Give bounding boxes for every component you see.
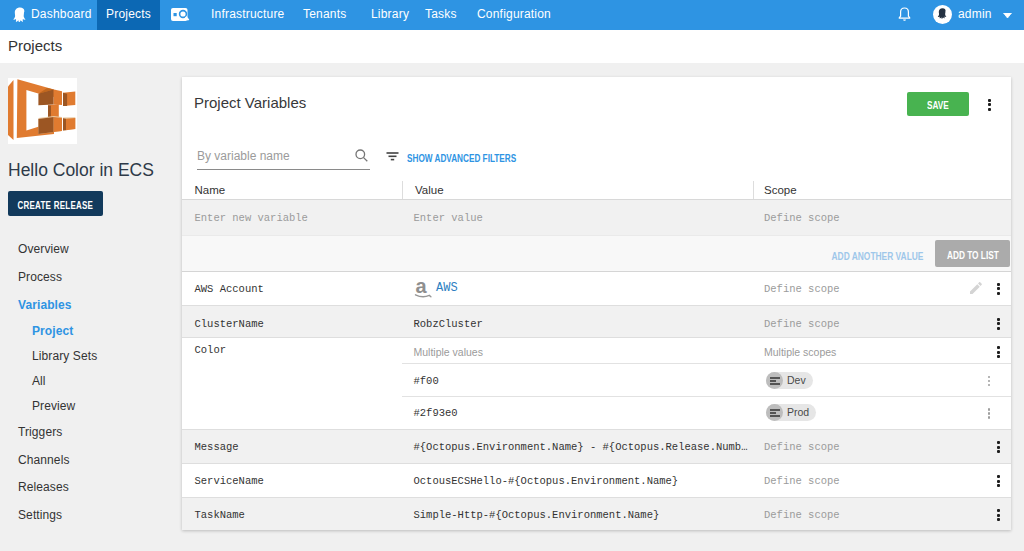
svg-text:a: a — [416, 281, 428, 297]
